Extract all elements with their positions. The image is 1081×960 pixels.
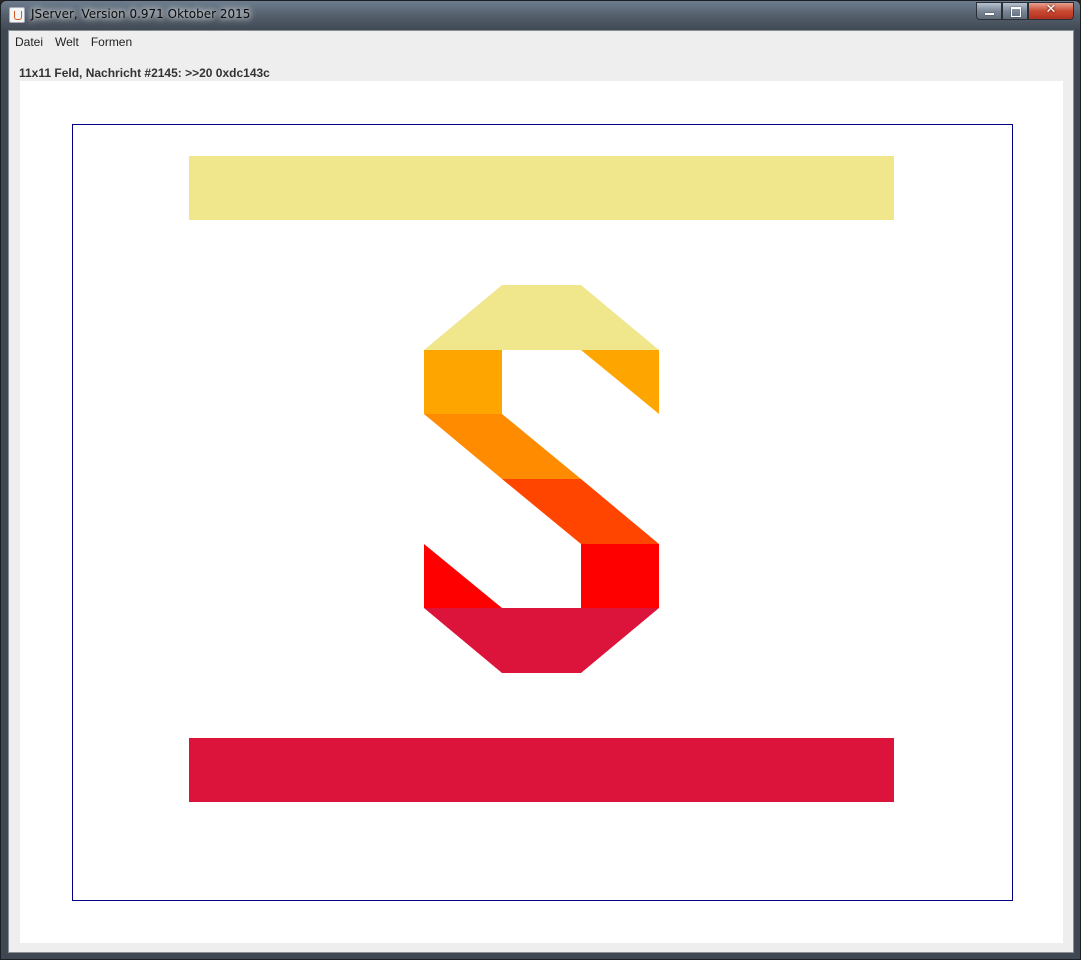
menu-welt[interactable]: Welt <box>49 31 85 53</box>
s-bottom-cap <box>424 608 659 673</box>
s-upper-left-block <box>424 350 502 414</box>
maximize-icon <box>1011 7 1021 17</box>
bottom-bar <box>189 738 894 802</box>
menu-bar: Datei Welt Formen <box>9 31 1073 53</box>
title-bar[interactable]: JServer, Version 0.971 Oktober 2015 ✕ <box>1 1 1080 30</box>
status-message: 11x11 Feld, Nachricht #2145: >>20 0xdc14… <box>19 66 270 80</box>
menu-formen[interactable]: Formen <box>85 31 138 53</box>
board-canvas[interactable] <box>20 81 1063 943</box>
window-controls: ✕ <box>976 2 1074 20</box>
top-bar <box>189 156 894 220</box>
s-lower-left-triangle <box>424 544 502 608</box>
maximize-button[interactable] <box>1002 2 1028 20</box>
java-app-icon[interactable] <box>9 7 25 23</box>
application-window: JServer, Version 0.971 Oktober 2015 ✕ Da… <box>0 0 1081 960</box>
close-button[interactable]: ✕ <box>1028 2 1074 20</box>
window-title: JServer, Version 0.971 Oktober 2015 <box>31 7 251 21</box>
s-diagonal-upper <box>424 414 581 479</box>
s-upper-right-triangle <box>581 350 659 414</box>
client-area: Datei Welt Formen 11x11 Feld, Nachricht … <box>8 30 1074 953</box>
s-top-cap <box>424 285 659 350</box>
s-diagonal-lower <box>502 479 659 544</box>
board-panel[interactable] <box>20 81 1063 943</box>
minimize-button[interactable] <box>976 2 1002 20</box>
s-lower-right-block <box>581 544 659 608</box>
menu-datei[interactable]: Datei <box>9 31 49 53</box>
close-icon: ✕ <box>1045 2 1057 17</box>
minimize-icon <box>985 13 994 15</box>
